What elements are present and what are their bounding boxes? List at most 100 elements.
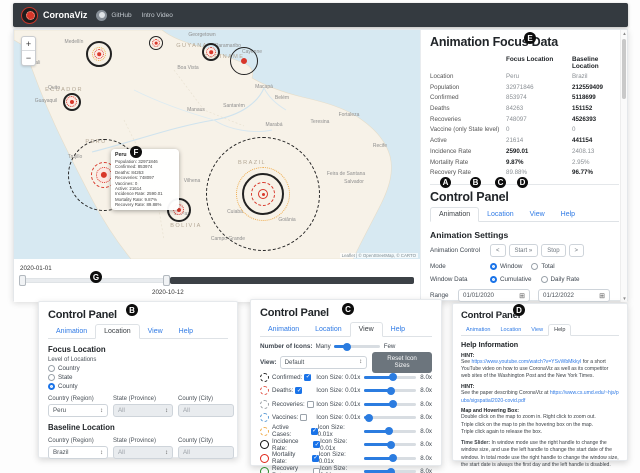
recoveries-size-slider[interactable] [364,403,416,406]
zoom-out-button[interactable]: − [22,51,35,65]
row-value: 0 [506,125,572,136]
incidence-rate-checkbox[interactable] [313,441,320,448]
column-label: County (City) [178,396,234,402]
recoveries-checkbox[interactable] [307,401,314,408]
radio-label: Cumulative [500,276,532,283]
active-cases-checkbox[interactable] [311,428,318,435]
select-value: All [118,449,125,456]
focus-data-table: Focus Location Baseline Location Locatio… [430,54,619,178]
reset-icon-sizes-button[interactable]: Reset Icon Sizes [372,352,432,373]
step-forward-button[interactable]: > [569,244,585,257]
tab-help[interactable]: Help [553,208,583,221]
row-value: 4526393 [572,114,619,125]
stop-button[interactable]: Stop [541,244,565,257]
column-label: State (Province) [113,438,173,444]
start-button[interactable]: Start » [509,244,539,257]
incidence-rate-size-slider[interactable] [364,443,416,446]
tab-location[interactable]: Location [307,323,349,336]
mode-total-radio[interactable] [531,263,538,270]
view-select[interactable]: Default↕ [280,356,368,369]
scroll-down-icon[interactable]: ▼ [621,296,628,301]
row-label: Mortality Rate [430,157,506,168]
map[interactable]: ECUADOR GUYANA SURINAME PERU BRAZIL BOLI… [14,30,420,259]
confirmed-size-slider[interactable] [364,376,416,379]
tab-location[interactable]: Location [479,208,521,221]
range-start-input[interactable]: 01/01/2020 ⊞ [458,289,530,302]
tab-location[interactable]: Location [495,325,526,335]
timeline-remaining-bar[interactable] [170,277,414,284]
tab-view[interactable]: View [350,322,383,337]
timeline-right-handle[interactable] [163,275,170,286]
virus-icon [206,47,216,57]
map-label: Feira de Santana [327,171,365,177]
icon-size-max: 8.0x [420,374,432,381]
deaths-size-slider[interactable] [364,389,416,392]
step-back-button[interactable]: < [490,244,506,257]
confirmed-checkbox[interactable] [304,374,311,381]
annotation-badge-b2: B [126,304,138,316]
vaccines-checkbox[interactable] [300,414,307,421]
control-panel-help-card: Control Panel Animation Location View He… [452,303,628,461]
tab-animation[interactable]: Animation [260,323,307,336]
level-country-radio[interactable] [48,365,55,372]
range-end-input[interactable]: 01/12/2022 ⊞ [538,289,610,302]
nav-link-intro-video[interactable]: Intro Video [142,12,173,19]
help-information-heading: Help Information [461,340,619,349]
nav-link-github[interactable]: GitHub [111,12,131,19]
hint1-text: See https://www.youtube.com/watch?v=YSvW… [461,359,619,381]
mortality-rate-checkbox[interactable] [312,455,319,462]
tab-animation[interactable]: Animation [430,207,479,222]
column-label: State (Province) [113,396,173,402]
baseline-country-select[interactable]: Brazil↕ [48,446,108,459]
timeline-left-handle[interactable] [19,275,26,286]
select-arrow-icon: ↕ [100,450,103,456]
active-cases-size-slider[interactable] [364,430,416,433]
select-arrow-icon: ↕ [165,450,168,456]
radio-label: Window [500,263,522,270]
recovery-rate-checkbox[interactable] [313,468,320,473]
radio-label: County [58,383,78,390]
tab-help[interactable]: Help [171,325,201,338]
tab-view[interactable]: View [522,208,553,221]
calendar-icon[interactable]: ⊞ [599,292,605,300]
tab-animation[interactable]: Animation [48,325,95,338]
calendar-icon[interactable]: ⊞ [519,292,525,300]
row-value: 5118699 [572,92,619,103]
column-header-baseline: Baseline Location [572,54,619,71]
number-of-icons-slider[interactable] [334,345,380,348]
mortality-rate-size-slider[interactable] [364,457,416,460]
tab-animation[interactable]: Animation [461,325,495,335]
many-label: Many [316,343,331,350]
select-arrow-icon: ↕ [359,359,362,365]
icon-size-max: 8.0x [420,455,432,462]
map-label: Boa Vista [177,65,198,71]
active-cases-icon [260,427,269,436]
tab-help[interactable]: Help [548,324,571,336]
github-avatar-icon [96,10,107,21]
tab-location[interactable]: Location [95,324,139,339]
scroll-up-icon[interactable]: ▲ [621,31,628,36]
icon-size-max: 8.0x [420,414,432,421]
daily-rate-radio[interactable] [541,276,548,283]
cumulative-radio[interactable] [490,276,497,283]
focus-country-select[interactable]: Peru↕ [48,404,108,417]
vaccines-size-slider[interactable] [364,416,416,419]
select-value: All [183,407,190,414]
tab-view[interactable]: View [526,325,548,335]
youtube-link[interactable]: https://www.youtube.com/watch?v=YSvWbMkk… [471,359,581,365]
baseline-location-heading: Baseline Location [48,423,228,432]
tab-help[interactable]: Help [383,323,413,336]
level-state-radio[interactable] [48,374,55,381]
map-label: Santarém [223,103,245,109]
level-county-radio[interactable] [48,383,55,390]
row-value: 96.77% [572,167,619,178]
sidebar-scrollbar[interactable]: ▲ ▼ [620,30,627,302]
virus-icon [241,58,247,64]
focus-state-select: All↕ [113,404,173,417]
mode-window-radio[interactable] [490,263,497,270]
virus-icon [94,49,104,59]
tab-view[interactable]: View [140,325,171,338]
scrollbar-thumb[interactable] [622,39,626,99]
deaths-checkbox[interactable] [295,387,302,394]
zoom-in-button[interactable]: + [22,37,35,51]
